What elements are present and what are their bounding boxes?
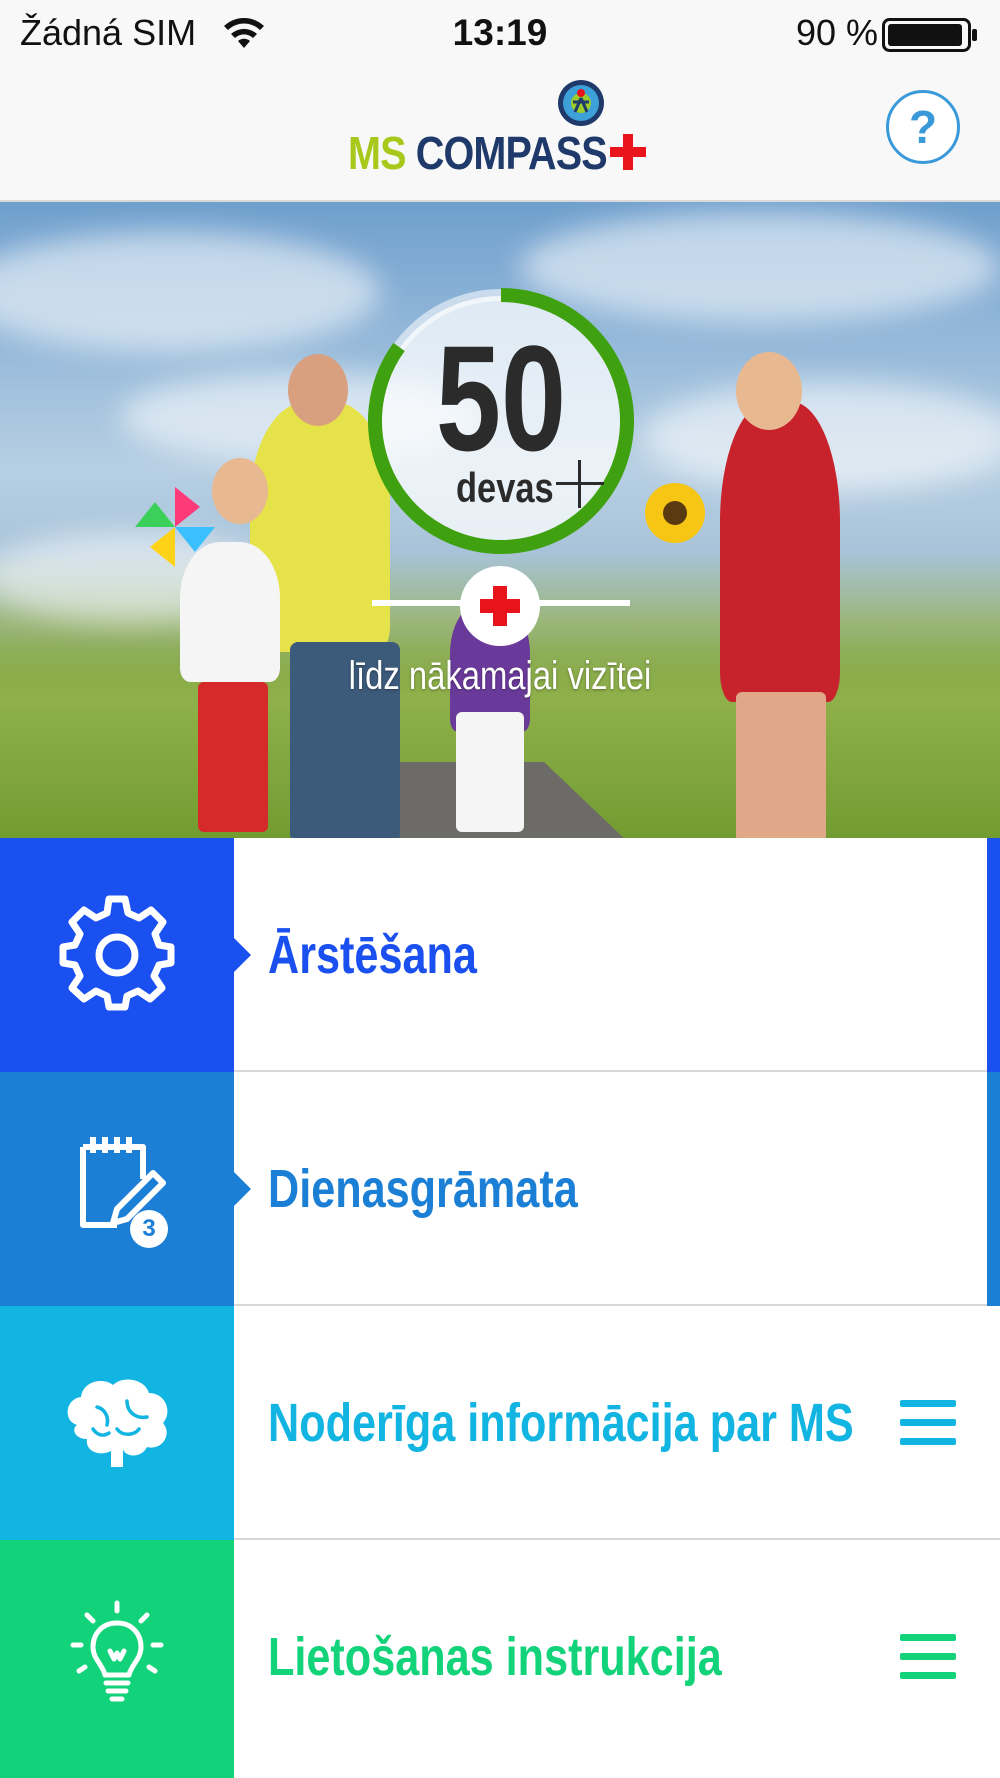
gear-icon xyxy=(59,895,175,1011)
logo-compass-text: COMPASS xyxy=(415,127,608,179)
hero-banner: 50 devas līdz nākamajai vizītei xyxy=(0,202,1000,838)
pinwheel-icon xyxy=(135,487,215,567)
status-bar: Žádná SIM 13:19 90 % xyxy=(0,0,1000,66)
app-header: MS COMPASS ? xyxy=(0,66,1000,202)
add-dose-plus-icon[interactable] xyxy=(552,456,608,512)
menu-item-arstesana[interactable]: Ārstēšana xyxy=(0,838,1000,1072)
menu-notch xyxy=(234,1172,251,1206)
menu-icon-box xyxy=(0,1540,234,1778)
woman-legs xyxy=(736,692,826,838)
cloud-shape xyxy=(0,232,380,352)
hamburger-menu-icon[interactable] xyxy=(900,1400,956,1446)
next-visit-label: līdz nākamajai vizītei xyxy=(348,654,652,698)
menu-item-lietosanas-instrukcija[interactable]: Lietošanas instrukcija xyxy=(0,1540,1000,1778)
medical-cross-badge xyxy=(460,566,540,646)
help-button[interactable]: ? xyxy=(886,90,960,164)
sunflower-icon xyxy=(645,483,705,543)
medical-cross-icon xyxy=(480,586,520,626)
menu-item-noderiga-informacija[interactable]: Noderīga informācija par MS xyxy=(0,1306,1000,1540)
man-head xyxy=(288,354,348,426)
menu-item-dienasgramata[interactable]: 3 Dienasgrāmata xyxy=(0,1072,1000,1306)
brain-icon xyxy=(67,1379,168,1467)
child-center-legs xyxy=(456,712,524,832)
dose-count: 50 xyxy=(435,314,567,482)
menu-icon-box xyxy=(0,1306,234,1540)
menu-notch xyxy=(234,938,251,972)
ms-compass-logo: MS COMPASS xyxy=(348,74,648,194)
woman-head xyxy=(736,352,802,430)
girl-left-head xyxy=(212,458,268,524)
dose-counter[interactable]: 50 devas xyxy=(356,276,646,566)
lightbulb-icon xyxy=(70,1600,164,1702)
menu-item-label: Dienasgrāmata xyxy=(268,1159,578,1219)
hamburger-menu-icon[interactable] xyxy=(900,1634,956,1680)
menu-icon-box xyxy=(0,838,234,1072)
logo-plus-icon xyxy=(610,134,646,170)
battery-percent: 90 % xyxy=(795,12,878,53)
battery-icon xyxy=(882,18,977,52)
menu-accent-bar xyxy=(987,1072,1000,1306)
dose-unit-label: devas xyxy=(456,464,554,511)
menu-item-label: Ārstēšana xyxy=(268,925,477,985)
menu-accent-bar xyxy=(987,838,1000,1072)
logo-wordmark: MS COMPASS xyxy=(348,126,608,180)
logo-ms-text: MS xyxy=(348,127,406,179)
menu-item-label: Lietošanas instrukcija xyxy=(268,1627,722,1687)
menu-icon-box: 3 xyxy=(0,1072,234,1306)
menu-item-label: Noderīga informācija par MS xyxy=(268,1393,854,1453)
girl-left-legs xyxy=(198,682,268,832)
notification-badge: 3 xyxy=(130,1210,168,1248)
compass-globe-icon xyxy=(558,80,604,126)
